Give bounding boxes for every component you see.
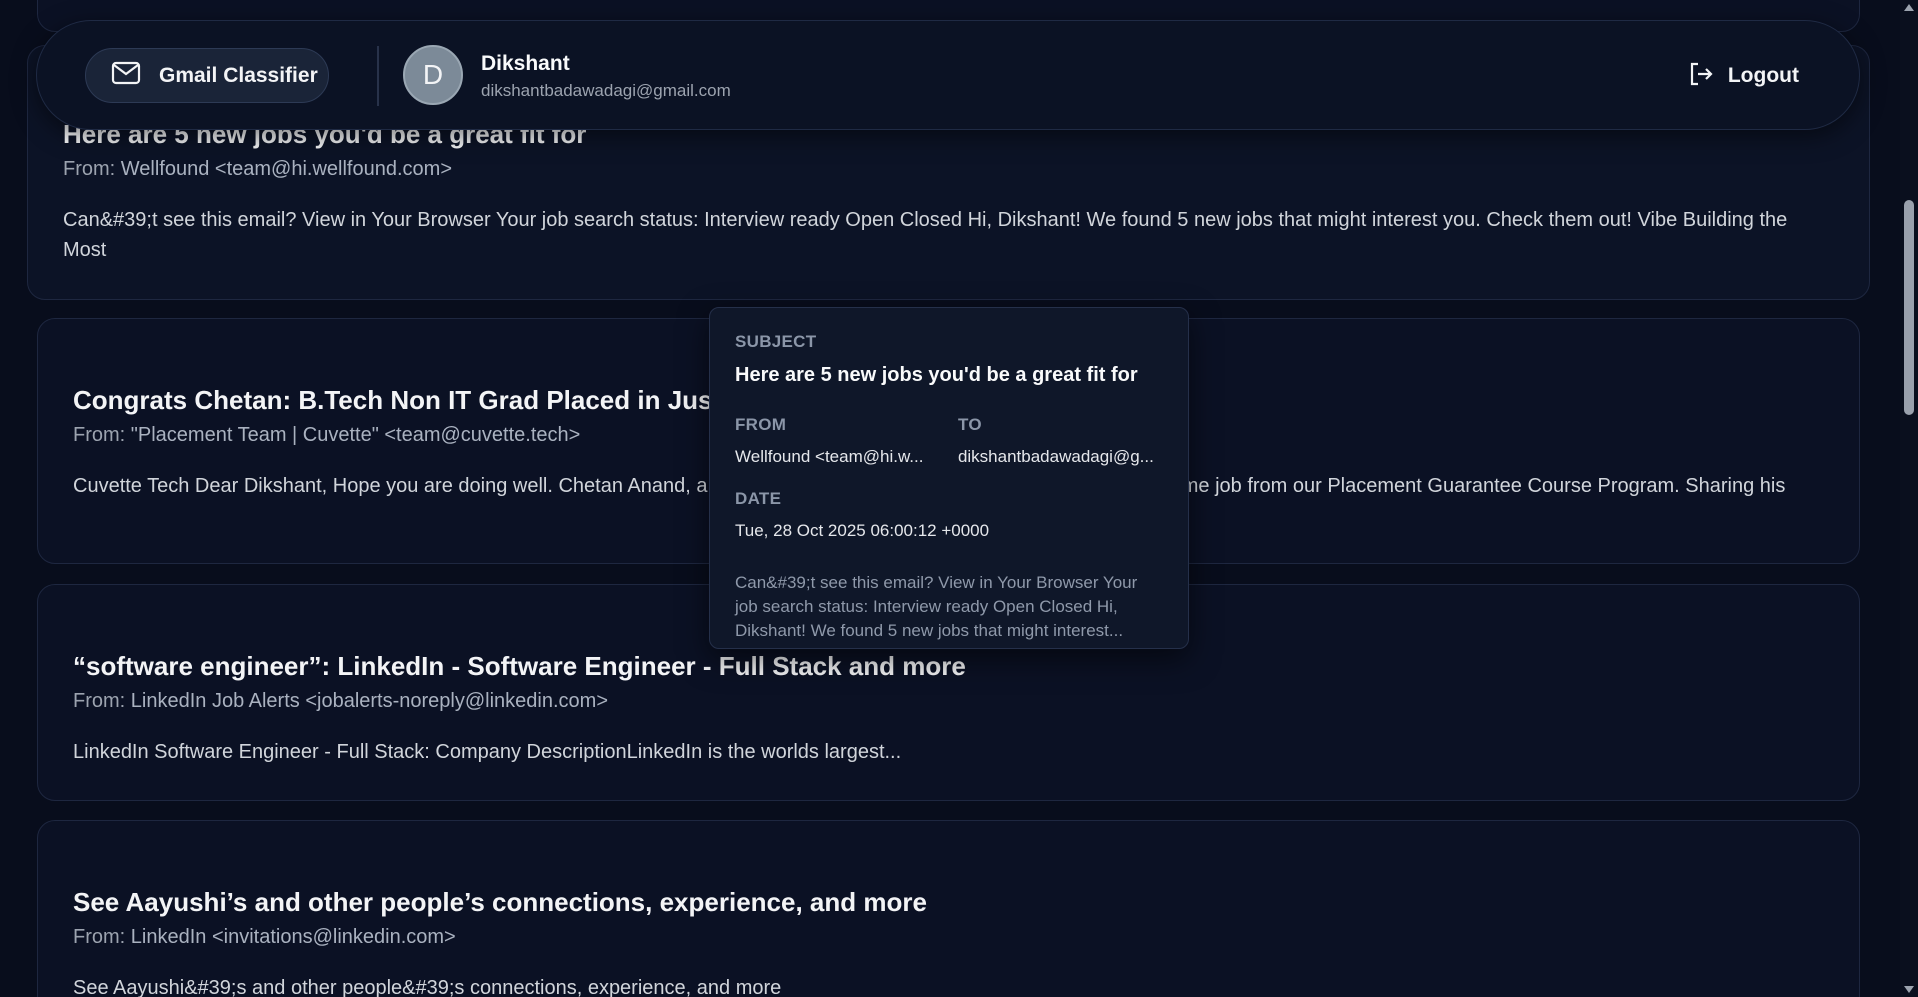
from-prefix: From: (73, 926, 126, 948)
top-header: Gmail Classifier D Dikshant dikshantbada… (36, 20, 1860, 130)
scroll-thumb[interactable] (1904, 200, 1914, 415)
header-divider (377, 46, 379, 106)
popup-subject-label: SUBJECT (735, 332, 817, 351)
popup-to-label: TO (957, 415, 982, 434)
app-root: Here are 5 new jobs you'd be a great fit… (0, 0, 1918, 997)
logout-label: Logout (1727, 64, 1799, 87)
email-sender: LinkedIn <invitations@linkedin.com> (130, 926, 456, 948)
user-name: Dikshant (481, 52, 570, 75)
popup-date: Tue, 28 Oct 2025 06:00:12 +0000 (735, 521, 990, 540)
email-card[interactable]: See Aayushi’s and other people’s connect… (37, 820, 1860, 997)
scroll-up-arrow-icon[interactable] (1904, 4, 1914, 11)
email-from: From: LinkedIn Job Alerts <jobalerts-nor… (73, 690, 608, 713)
brand-label: Gmail Classifier (159, 63, 318, 87)
popup-date-label: DATE (735, 489, 782, 508)
logout-icon (1688, 61, 1714, 92)
email-sender: Wellfound <team@hi.wellfound.com> (120, 158, 453, 180)
email-subject: Congrats Chetan: B.Tech Non IT Grad Plac… (73, 385, 743, 415)
from-prefix: From: (73, 690, 126, 712)
popup-from: Wellfound <team@hi.w... (735, 447, 924, 466)
popup-preview: Can&#39;t see this email? View in Your B… (735, 573, 1138, 640)
email-sender: LinkedIn Job Alerts <jobalerts-noreply@l… (130, 690, 609, 712)
email-subject: “software engineer”: LinkedIn - Software… (73, 651, 966, 681)
email-snippet: See Aayushi&#39;s and other people&#39;s… (73, 977, 782, 997)
logout-button[interactable]: Logout (1688, 59, 1799, 93)
scroll-down-arrow-icon[interactable] (1904, 986, 1914, 993)
email-subject: See Aayushi’s and other people’s connect… (73, 887, 927, 917)
email-preview-popup: SUBJECT Here are 5 new jobs you'd be a g… (709, 307, 1189, 649)
from-prefix: From: (73, 424, 126, 446)
scrollbar[interactable] (1900, 0, 1918, 997)
popup-from-label: FROM (735, 415, 787, 434)
brand-button[interactable]: Gmail Classifier (85, 48, 329, 103)
email-snippet: Can&#39;t see this email? View in Your B… (63, 209, 1788, 261)
popup-to: dikshantbadawadagi@g... (957, 447, 1154, 466)
user-email: dikshantbadawadagi@gmail.com (481, 81, 731, 100)
email-from: From: Wellfound <team@hi.wellfound.com> (63, 158, 452, 181)
popup-subject: Here are 5 new jobs you'd be a great fit… (735, 364, 1138, 386)
from-prefix: From: (63, 158, 116, 180)
avatar: D (403, 45, 463, 105)
email-from: From: "Placement Team | Cuvette" <team@c… (73, 424, 580, 447)
email-sender: "Placement Team | Cuvette" <team@cuvette… (130, 424, 581, 446)
email-from: From: LinkedIn <invitations@linkedin.com… (73, 926, 456, 949)
email-snippet: LinkedIn Software Engineer - Full Stack:… (73, 741, 902, 763)
mail-icon (111, 61, 141, 90)
